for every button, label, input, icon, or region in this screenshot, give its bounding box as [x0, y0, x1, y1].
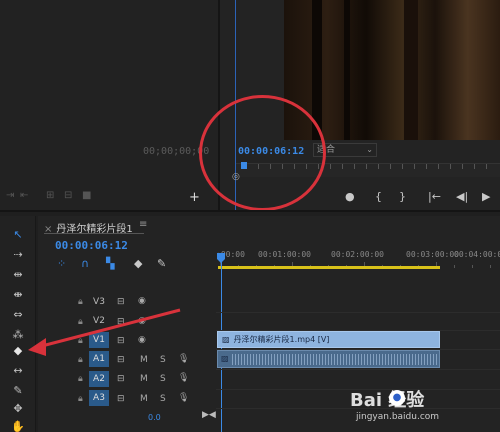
track-select-tool-icon[interactable]: ⇢ [10, 248, 26, 262]
ruler-label: 00:01:00:00 [258, 250, 311, 259]
solo-button[interactable]: S [160, 374, 166, 384]
mute-button[interactable]: M [140, 374, 148, 384]
settings-wrench-icon[interactable]: ✎ [157, 257, 166, 270]
ripple-edit-tool-icon[interactable]: ⇹ [10, 268, 26, 282]
solo-button[interactable]: S [160, 394, 166, 404]
time-ruler[interactable]: :00:00 00:01:00:00 00:02:00:00 00:03:00:… [216, 250, 500, 260]
camera-icon[interactable]: ■ [82, 190, 91, 201]
source-monitor [0, 0, 218, 210]
overwrite-icon[interactable]: ⇤ [20, 190, 28, 201]
go-to-in-icon[interactable]: |← [428, 190, 441, 203]
linked-selection-icon[interactable]: ▚ [106, 257, 114, 270]
master-volume[interactable]: 0.0 [148, 413, 161, 422]
fx-icon: ▨ [221, 354, 229, 363]
panel-menu-icon[interactable]: ≡ [139, 219, 147, 230]
source-ctrl-b-icon[interactable]: ⊟ [64, 190, 72, 201]
ruler-label: 00:04:00:00 [454, 250, 500, 259]
mute-button[interactable]: M [140, 394, 148, 404]
video-clip-label: 丹泽尔精彩片段1.mp4 [V] [233, 335, 330, 344]
paw-icon: ● [389, 390, 405, 406]
mic-icon[interactable]: 🎙︎ [178, 373, 189, 383]
work-area-bar[interactable] [218, 266, 440, 269]
slide-tool-icon[interactable]: ↔ [10, 364, 26, 378]
audio-clip[interactable]: ▨ [217, 350, 440, 368]
insert-icon[interactable]: ⇥ [6, 190, 14, 201]
lock-icon[interactable]: 🔒︎ [78, 394, 83, 404]
hand-tool-icon[interactable]: ✥ [10, 402, 26, 416]
mark-in-icon[interactable]: { [375, 190, 382, 203]
annotation-arrow [28, 308, 181, 356]
lock-icon[interactable]: 🔒︎ [78, 374, 83, 384]
tab-underline [44, 233, 144, 234]
type-tool-icon[interactable]: ✋ [10, 420, 26, 432]
video-clip[interactable]: ▨ 丹泽尔精彩片段1.mp4 [V] [217, 331, 440, 348]
watermark-brand: Bai 经验 [350, 390, 425, 411]
selection-tool-icon[interactable]: ↖ [10, 228, 26, 242]
source-ctrl-a-icon[interactable]: ⊞ [46, 190, 54, 201]
annotation-circle [199, 95, 326, 211]
premiere-window: 00;00;00;00 ⇥ ⇤ ⊞ ⊟ ■ + 00:00:06:12 适合 ⌄ … [0, 0, 500, 432]
chevron-down-icon: ⌄ [366, 145, 373, 154]
ruler-label: 00:02:00:00 [331, 250, 384, 259]
timeline-timecode[interactable]: 00:00:06:12 [55, 239, 128, 252]
toggle-sync-icon[interactable]: ⊟ [117, 394, 125, 404]
video-preview [284, 0, 500, 140]
panel-separator [0, 210, 500, 212]
nest-icon[interactable]: ⁘ [57, 257, 66, 270]
track-name-a3[interactable]: A3 [89, 390, 109, 406]
fx-icon: ▨ [222, 335, 230, 344]
add-marker-timeline-icon[interactable]: ◆ [134, 257, 142, 270]
watermark-url: jingyan.baidu.com [356, 412, 440, 422]
add-button-icon[interactable]: + [189, 190, 200, 205]
snap-icon[interactable]: ∩ [81, 257, 89, 270]
audio-waveform [232, 354, 437, 365]
pen-tool-icon[interactable]: ✎ [10, 384, 26, 398]
ruler-label: 00:03:00:00 [406, 250, 459, 259]
step-back-icon[interactable]: ◀| [456, 190, 468, 203]
mic-icon[interactable]: 🎙︎ [178, 393, 189, 403]
go-to-end-icon[interactable]: ▶◀ [202, 410, 216, 420]
baidu-watermark: Bai 经验 [350, 386, 424, 412]
track-name-a2[interactable]: A2 [89, 371, 109, 387]
add-marker-icon[interactable]: ● [345, 190, 355, 203]
play-icon[interactable]: ▶ [482, 190, 490, 203]
mark-out-icon[interactable]: } [399, 190, 406, 203]
toggle-sync-icon[interactable]: ⊟ [117, 374, 125, 384]
